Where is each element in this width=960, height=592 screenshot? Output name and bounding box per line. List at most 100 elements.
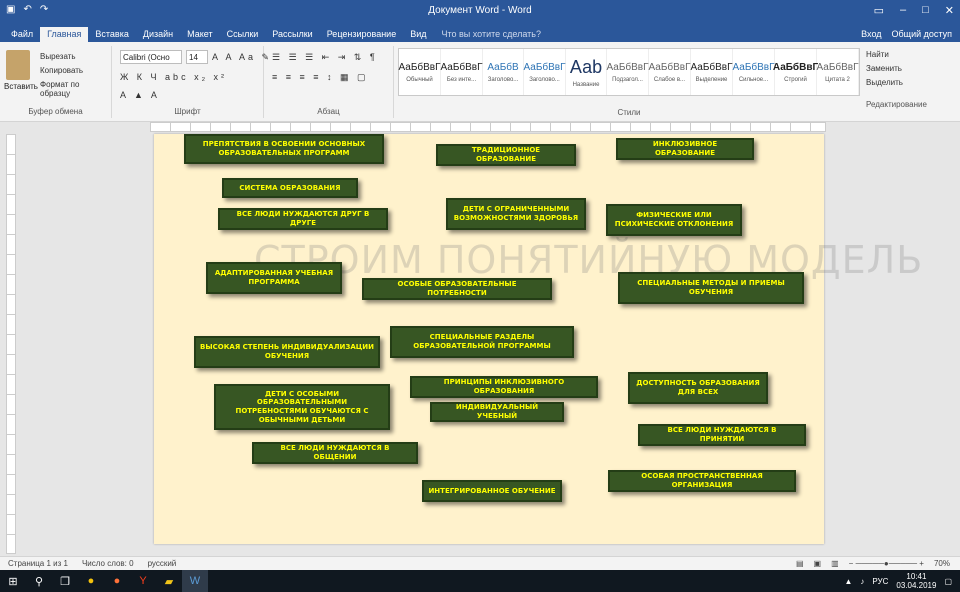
taskview-icon[interactable]: ❐ <box>52 570 78 592</box>
word-count[interactable]: Число слов: 0 <box>82 559 134 568</box>
window-title: Документ Word - Word <box>428 5 532 16</box>
style-item[interactable]: АаБбВвГ Сильное... <box>732 49 775 95</box>
firefox-icon[interactable]: ● <box>104 570 130 592</box>
explorer-icon[interactable]: ▰ <box>156 570 182 592</box>
concept-card[interactable]: ТРАДИЦИОННОЕ ОБРАЗОВАНИЕ <box>436 144 576 166</box>
concept-card[interactable]: ДЕТИ С ОГРАНИЧЕННЫМИ ВОЗМОЖНОСТЯМИ ЗДОРО… <box>446 198 586 230</box>
title-bar: ▣ ↶ ↷ Документ Word - Word ▭ – □ ✕ <box>0 0 960 24</box>
concept-card[interactable]: ИНДИВИДУАЛЬНЫЙ УЧЕБНЫЙ <box>430 402 564 422</box>
style-item[interactable]: АаБбВ Заголово... <box>483 49 524 95</box>
style-item[interactable]: АаБбВвГ Без инте... <box>440 49 483 95</box>
windows-icon[interactable]: ⊞ <box>0 570 26 592</box>
ribbon-tabs: Файл Главная Вставка Дизайн Макет Ссылки… <box>0 24 960 42</box>
taskbar: ⊞ ⚲ ❐ ● ● Y ▰ W ▲ ♪ РУС 10:41 03.04.2019… <box>0 570 960 592</box>
horizontal-ruler[interactable] <box>150 122 826 132</box>
group-label-editing: Редактирование <box>866 100 927 109</box>
status-bar: Страница 1 из 1 Число слов: 0 русский ▤ … <box>0 556 960 570</box>
network-icon[interactable]: ▲ <box>844 577 852 586</box>
tab-review[interactable]: Рецензирование <box>320 27 404 42</box>
search-icon[interactable]: ⚲ <box>26 570 52 592</box>
yandex-icon[interactable]: Y <box>130 570 156 592</box>
style-item[interactable]: АаБбВвГ Обычный <box>398 49 441 95</box>
font-color-icons[interactable]: A ▲ A <box>120 90 160 100</box>
style-item[interactable]: АаБбВвГ Цитата 2 <box>816 49 859 95</box>
concept-card[interactable]: АДАПТИРОВАННАЯ УЧЕБНАЯ ПРОГРАММА <box>206 262 342 294</box>
share-button[interactable]: Общий доступ <box>892 29 952 39</box>
concept-card[interactable]: ДЕТИ С ОСОБЫМИ ОБРАЗОВАТЕЛЬНЫМИ ПОТРЕБНО… <box>214 384 390 430</box>
close-icon[interactable]: ✕ <box>945 4 954 17</box>
style-item[interactable]: АаБбВвГ Слабое в... <box>648 49 691 95</box>
concept-card[interactable]: ВСЕ ЛЮДИ НУЖДАЮТСЯ В ОБЩЕНИИ <box>252 442 418 464</box>
styles-gallery: АаБбВвГ Обычный АаБбВвГ Без инте... АаБбВ З… <box>398 48 860 96</box>
concept-card[interactable]: ВЫСОКАЯ СТЕПЕНЬ ИНДИВИДУАЛИЗАЦИИ ОБУЧЕНИ… <box>194 336 380 368</box>
concept-card[interactable]: СПЕЦИАЛЬНЫЕ МЕТОДЫ И ПРИЕМЫ ОБУЧЕНИЯ <box>618 272 804 304</box>
format-painter-button[interactable]: Формат по образцу <box>40 80 111 98</box>
concept-card[interactable]: ФИЗИЧЕСКИЕ ИЛИ ПСИХИЧЕСКИЕ ОТКЛОНЕНИЯ <box>606 204 742 236</box>
language-indicator[interactable]: русский <box>148 559 177 568</box>
paste-button[interactable]: Вставить <box>4 82 38 91</box>
web-layout-icon[interactable]: ▥ <box>831 559 839 568</box>
concept-card[interactable]: ПРИНЦИПЫ ИНКЛЮЗИВНОГО ОБРАЗОВАНИЯ <box>410 376 598 398</box>
style-item[interactable]: Ааb Название <box>566 49 607 95</box>
system-tray: ▲ ♪ РУС 10:41 03.04.2019 ▢ <box>844 572 960 590</box>
ribbon: Вставить Вырезать Копировать Формат по о… <box>0 42 960 122</box>
tab-home[interactable]: Главная <box>40 27 89 42</box>
concept-card[interactable]: ВСЕ ЛЮДИ НУЖДАЮТСЯ В ПРИНЯТИИ <box>638 424 806 446</box>
zoom-level[interactable]: 70% <box>934 559 950 568</box>
notifications-icon[interactable]: ▢ <box>944 577 952 586</box>
input-language[interactable]: РУС <box>872 577 888 586</box>
maximize-icon[interactable]: □ <box>922 4 929 17</box>
concept-card[interactable]: ИНТЕГРИРОВАННОЕ ОБУЧЕНИЕ <box>422 480 562 502</box>
document-page[interactable]: СТРОИМ ПОНЯТИЙНУЮ МОДЕЛЬ ПРЕПЯТСТВИЯ В О… <box>154 134 922 544</box>
read-mode-icon[interactable]: ▤ <box>796 559 804 568</box>
replace-button[interactable]: Заменить <box>866 62 927 76</box>
ribbon-display-icon[interactable]: ▭ <box>874 4 884 17</box>
group-label-clipboard: Буфер обмена <box>28 107 83 116</box>
concept-card[interactable]: ПРЕПЯТСТВИЯ В ОСВОЕНИИ ОСНОВНЫХ ОБРАЗОВА… <box>184 134 384 164</box>
page-counter[interactable]: Страница 1 из 1 <box>8 559 68 568</box>
copy-button[interactable]: Копировать <box>40 66 83 75</box>
concept-card[interactable]: СИСТЕМА ОБРАЗОВАНИЯ <box>222 178 358 198</box>
tab-design[interactable]: Дизайн <box>136 27 180 42</box>
concept-card[interactable]: ВСЕ ЛЮДИ НУЖДАЮТСЯ ДРУГ В ДРУГЕ <box>218 208 388 230</box>
clock-date: 03.04.2019 <box>896 581 937 590</box>
style-item[interactable]: АаБбВвГ Выделение <box>690 49 733 95</box>
tell-me-box[interactable]: Что вы хотите сделать? <box>434 27 550 42</box>
tab-insert[interactable]: Вставка <box>88 27 135 42</box>
style-item[interactable]: АаБбВвГ Строгий <box>773 49 818 95</box>
concept-card[interactable]: ДОСТУПНОСТЬ ОБРАЗОВАНИЯ ДЛЯ ВСЕХ <box>628 372 768 404</box>
vertical-ruler[interactable] <box>6 134 16 554</box>
style-item[interactable]: АаБбВвГ Заголово... <box>523 49 566 95</box>
cut-button[interactable]: Вырезать <box>40 52 76 61</box>
style-item[interactable]: АаБбВвГ Подзагол... <box>606 49 649 95</box>
clock[interactable]: 10:41 03.04.2019 <box>896 572 936 590</box>
volume-icon[interactable]: ♪ <box>860 577 864 586</box>
minimize-icon[interactable]: – <box>900 4 906 17</box>
font-name-select[interactable]: Calibri (Осно <box>120 50 182 64</box>
concept-card[interactable]: СПЕЦИАЛЬНЫЕ РАЗДЕЛЫ ОБРАЗОВАТЕЛЬНОЙ ПРОГ… <box>390 326 574 358</box>
clock-time: 10:41 <box>906 572 927 581</box>
select-button[interactable]: Выделить <box>866 76 927 90</box>
clipboard-group: Вставить Вырезать Копировать Формат по о… <box>0 46 112 118</box>
tab-references[interactable]: Ссылки <box>220 27 266 42</box>
concept-card[interactable]: ОСОБАЯ ПРОСТРАНСТВЕННАЯ ОРГАНИЗАЦИЯ <box>608 470 796 492</box>
zoom-slider[interactable]: − ─────●───── + <box>849 559 924 568</box>
tab-layout[interactable]: Макет <box>180 27 219 42</box>
concept-card[interactable]: ОСОБЫЕ ОБРАЗОВАТЕЛЬНЫЕ ПОТРЕБНОСТИ <box>362 278 552 300</box>
align-icons[interactable]: ≡ ≡ ≡ ≡ ↕ ▦ ▢ <box>272 72 369 83</box>
tab-mailings[interactable]: Рассылки <box>265 27 319 42</box>
print-layout-icon[interactable]: ▣ <box>814 559 822 568</box>
word-icon[interactable]: W <box>182 570 208 592</box>
find-button[interactable]: Найти <box>866 48 927 62</box>
concept-card[interactable]: ИНКЛЮЗИВНОЕ ОБРАЗОВАНИЕ <box>616 138 754 160</box>
list-icons[interactable]: ☰ ☰ ☰ ⇤ ⇥ ⇅ ¶ <box>272 52 378 63</box>
font-size-select[interactable]: 14 <box>186 50 208 64</box>
group-label-font: Шрифт <box>174 107 201 116</box>
group-label-paragraph: Абзац <box>317 107 340 116</box>
tab-view[interactable]: Вид <box>403 27 433 42</box>
font-format-icons[interactable]: Ж К Ч abc x₂ x² <box>120 72 227 82</box>
paste-icon[interactable] <box>6 50 30 80</box>
tab-file[interactable]: Файл <box>4 27 40 42</box>
chrome-icon[interactable]: ● <box>78 570 104 592</box>
sign-in-link[interactable]: Вход <box>861 29 881 39</box>
